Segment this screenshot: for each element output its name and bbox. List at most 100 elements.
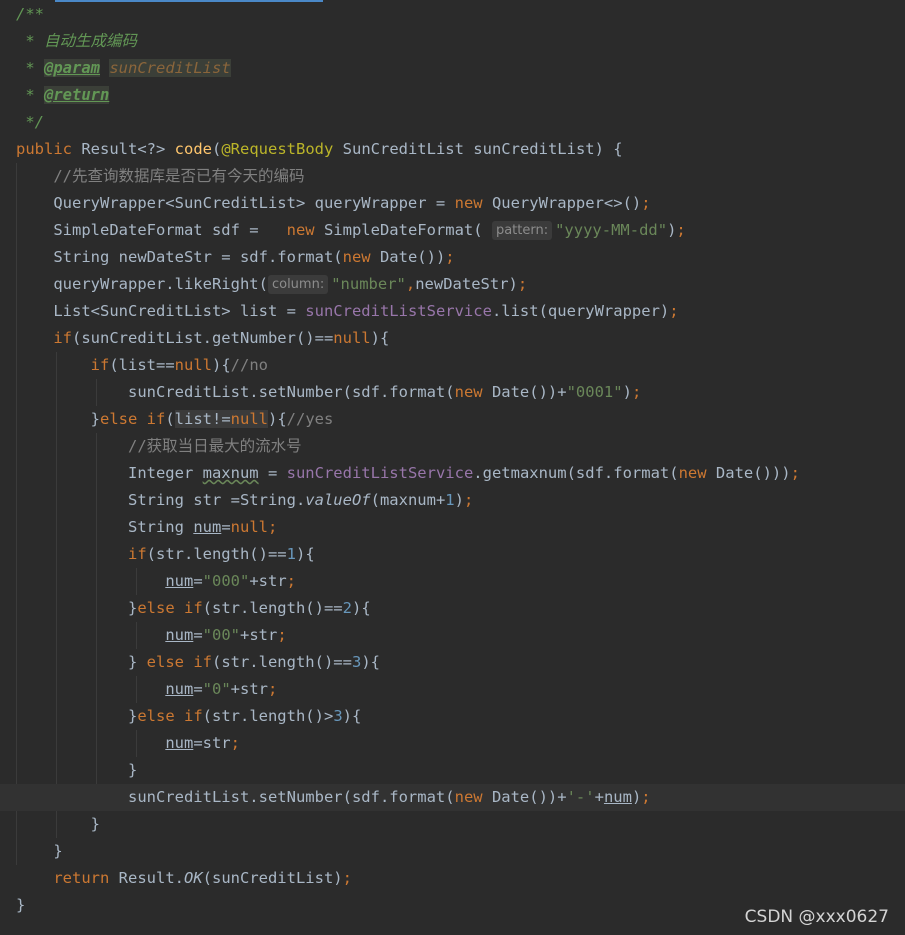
code-line[interactable]: num="0"+str;	[0, 676, 905, 703]
code-token: ){	[211, 356, 231, 374]
code-token: //先查询数据库是否已有今天的编码	[53, 167, 305, 185]
code-token: num	[165, 626, 194, 644]
code-line[interactable]: num="000"+str;	[0, 568, 905, 595]
code-line[interactable]: */	[0, 109, 905, 136]
code-line-text: * @param sunCreditList	[16, 55, 231, 82]
code-token: "000"	[202, 572, 250, 590]
code-line-text: } else if(str.length()==3){	[16, 649, 380, 676]
code-line[interactable]: }else if(list!=null){//yes	[0, 406, 905, 433]
code-line[interactable]: sunCreditList.setNumber(sdf.format(new D…	[0, 379, 905, 406]
code-token: =	[193, 680, 203, 698]
code-line[interactable]: num=str;	[0, 730, 905, 757]
code-editor[interactable]: /** * 自动生成编码 * @param sunCreditList * @r…	[0, 0, 905, 935]
code-token: =	[221, 518, 231, 536]
code-line-text: num="00"+str;	[16, 622, 287, 649]
code-line-text: if(str.length()==1){	[16, 541, 315, 568]
code-token: 3	[333, 707, 343, 725]
code-line-text: //获取当日最大的流水号	[16, 433, 302, 460]
code-line[interactable]: }	[0, 838, 905, 865]
code-line[interactable]: List<SunCreditList> list = sunCreditList…	[0, 298, 905, 325]
code-token: maxnum	[202, 464, 259, 482]
code-line[interactable]: if(list==null){//no	[0, 352, 905, 379]
code-token: Date()))	[715, 464, 791, 482]
code-line[interactable]: sunCreditList.setNumber(sdf.format(new D…	[0, 784, 905, 811]
code-token: sunCreditListService	[305, 302, 492, 320]
code-token: ;	[641, 788, 651, 806]
code-line[interactable]: String str =String.valueOf(maxnum+1);	[0, 487, 905, 514]
code-line[interactable]: /**	[0, 1, 905, 28]
code-line[interactable]: QueryWrapper<SunCreditList> queryWrapper…	[0, 190, 905, 217]
code-line[interactable]: }	[0, 811, 905, 838]
code-token: @RequestBody	[221, 140, 343, 158]
code-token: )	[622, 383, 632, 401]
code-token: num	[165, 572, 194, 590]
code-line[interactable]: num="00"+str;	[0, 622, 905, 649]
code-line[interactable]: public Result<?> code(@RequestBody SunCr…	[0, 136, 905, 163]
code-token: .list(queryWrapper)	[491, 302, 670, 320]
code-line-text: */	[16, 109, 44, 136]
code-line[interactable]: * @param sunCreditList	[0, 55, 905, 82]
code-token: list!=	[174, 410, 231, 428]
code-line[interactable]: }	[0, 757, 905, 784]
code-line[interactable]: String num=null;	[0, 514, 905, 541]
parameter-hint: pattern:	[491, 221, 553, 240]
code-line-text: sunCreditList.setNumber(sdf.format(new D…	[16, 379, 641, 406]
code-token: ;	[342, 869, 352, 887]
code-line[interactable]: if(str.length()==1){	[0, 541, 905, 568]
code-token: ;	[277, 626, 287, 644]
code-token: ){	[361, 653, 380, 671]
code-token: else if	[100, 410, 166, 428]
code-line-text: sunCreditList.setNumber(sdf.format(new D…	[16, 784, 651, 811]
code-token: 1	[286, 545, 296, 563]
code-line[interactable]: //获取当日最大的流水号	[0, 433, 905, 460]
code-token: Result.	[118, 869, 184, 887]
code-token: else if	[137, 599, 203, 617]
code-line[interactable]: String newDateStr = sdf.format(new Date(…	[0, 244, 905, 271]
code-line[interactable]: }else if(str.length()==2){	[0, 595, 905, 622]
code-token: null	[230, 410, 268, 428]
code-line[interactable]: }else if(str.length()>3){	[0, 703, 905, 730]
code-line[interactable]: SimpleDateFormat sdf = new SimpleDateFor…	[0, 217, 905, 244]
code-token: =	[258, 464, 287, 482]
code-line[interactable]: queryWrapper.likeRight(column: "number",n…	[0, 271, 905, 298]
code-line-text: }else if(str.length()==2){	[16, 595, 371, 622]
code-token: ;	[790, 464, 800, 482]
code-line-text: * 自动生成编码	[16, 28, 137, 55]
code-line[interactable]: } else if(str.length()==3){	[0, 649, 905, 676]
code-token: newDateStr)	[415, 275, 518, 293]
code-token: Result<?>	[81, 140, 175, 158]
code-token: ;	[445, 248, 455, 266]
code-token: OK	[183, 869, 203, 887]
code-token: *	[16, 59, 44, 77]
code-token: ;	[641, 194, 651, 212]
code-line[interactable]: if(sunCreditList.getNumber()==null){	[0, 325, 905, 352]
code-token: (str.length()==	[211, 653, 352, 671]
code-line[interactable]: return Result.OK(sunCreditList);	[0, 865, 905, 892]
code-token: String	[16, 518, 194, 536]
code-token: new	[454, 194, 492, 212]
code-token: sunCreditList.setNumber(sdf.format(	[16, 788, 455, 806]
code-token: +str	[230, 680, 268, 698]
code-token: 1	[445, 491, 455, 509]
code-line-text: /**	[16, 1, 44, 28]
code-token: )	[631, 788, 642, 806]
code-token: }	[16, 599, 138, 617]
code-line[interactable]: //先查询数据库是否已有今天的编码	[0, 163, 905, 190]
code-line[interactable]: Integer maxnum = sunCreditListService.ge…	[0, 460, 905, 487]
code-line[interactable]: * 自动生成编码	[0, 28, 905, 55]
code-line-text: num=str;	[16, 730, 240, 757]
code-line[interactable]: * @return	[0, 82, 905, 109]
code-line-text: if(list==null){//no	[16, 352, 268, 379]
code-line-text: String newDateStr = sdf.format(new Date(…	[16, 244, 455, 271]
code-token: 3	[351, 653, 362, 671]
code-token: SimpleDateFormat(	[323, 221, 492, 239]
code-token: if	[127, 545, 147, 563]
code-token: Date())	[379, 248, 446, 266]
code-token: QueryWrapper<>()	[491, 194, 642, 212]
code-token: //no	[230, 356, 268, 374]
code-token: ;	[286, 572, 296, 590]
code-line-text: QueryWrapper<SunCreditList> queryWrapper…	[16, 190, 651, 217]
